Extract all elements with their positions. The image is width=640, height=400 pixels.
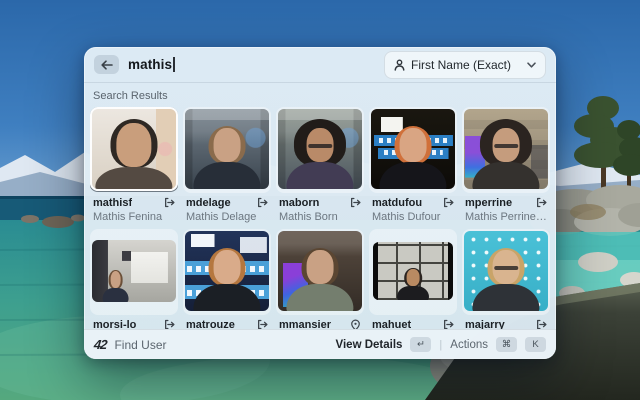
username-label: matdufou [372, 197, 422, 209]
person-silhouette [92, 109, 176, 189]
results-area: Search Results mathisf [84, 83, 556, 329]
view-details-button[interactable]: View Details [336, 339, 403, 351]
logout-icon [164, 319, 175, 329]
result-tile[interactable]: mahuet [369, 229, 457, 329]
person-silhouette [99, 261, 133, 302]
user-photo [183, 229, 271, 315]
logout-icon [350, 197, 361, 208]
glasses [494, 144, 518, 148]
logout-icon [536, 197, 547, 208]
result-tile[interactable]: mdelage Mathis Delage [183, 107, 271, 224]
person-silhouette [393, 259, 433, 300]
user-photo [462, 229, 550, 315]
user-photo [276, 107, 364, 193]
k-key-badge: K [525, 337, 546, 352]
result-tile[interactable]: morsi-lo [90, 229, 178, 329]
location-pin-icon [350, 319, 361, 330]
username-label: mahuet [372, 319, 411, 330]
section-label: Search Results [93, 90, 550, 102]
result-tile[interactable]: matrouze [183, 229, 271, 329]
person-silhouette [464, 231, 548, 311]
username-label: mperrine [465, 197, 512, 209]
results-grid: mathisf Mathis Fenina [90, 107, 550, 329]
fullname-label: Mathis Perrinet--… [465, 211, 547, 224]
user-photo [369, 229, 457, 315]
status-icon [350, 319, 361, 330]
back-button[interactable] [94, 55, 119, 74]
result-tile[interactable]: matdufou Mathis Dufour [369, 107, 457, 224]
status-icon [257, 197, 268, 208]
fullname-label: Mathis Born [279, 211, 361, 224]
result-tile[interactable]: majarry [462, 229, 550, 329]
result-tile[interactable]: mathisf Mathis Fenina [90, 107, 178, 224]
footer-bar: 42 Find User View Details ↵ | Actions ⌘ … [84, 329, 556, 359]
text-caret [173, 57, 175, 72]
status-icon [257, 319, 268, 329]
actions-button[interactable]: Actions [450, 339, 488, 351]
glasses [494, 266, 518, 270]
find-user-window: mathis First Name (Exact) Search Results [84, 47, 556, 359]
person-silhouette [278, 109, 362, 189]
fullname-label: Mathis Delage [186, 211, 268, 224]
username-label: mmansier [279, 319, 331, 330]
status-icon [443, 197, 454, 208]
user-photo [462, 107, 550, 193]
person-silhouette [464, 109, 548, 189]
username-label: mathisf [93, 197, 132, 209]
logout-icon [443, 197, 454, 208]
logout-icon [257, 197, 268, 208]
user-photo [276, 229, 364, 315]
logout-icon [164, 197, 175, 208]
person-silhouette [185, 109, 269, 189]
enter-key-badge: ↵ [410, 337, 431, 352]
result-tile[interactable]: mperrine Mathis Perrinet--… [462, 107, 550, 224]
status-icon [443, 319, 454, 329]
status-icon [164, 197, 175, 208]
42-logo-icon: 42 [93, 337, 107, 352]
search-input[interactable]: mathis [128, 57, 172, 72]
person-silhouette [185, 231, 269, 311]
username-label: matrouze [186, 319, 235, 330]
person-icon [394, 59, 405, 71]
person-silhouette [278, 231, 362, 311]
footer-separator: | [439, 339, 442, 351]
result-tile[interactable]: mmansier [276, 229, 364, 329]
search-header: mathis First Name (Exact) [84, 47, 556, 83]
status-icon [536, 319, 547, 329]
fullname-label: Mathis Dufour [372, 211, 454, 224]
username-label: mdelage [186, 197, 231, 209]
username-label: morsi-lo [93, 319, 136, 330]
user-photo [369, 107, 457, 193]
logout-icon [536, 319, 547, 329]
logout-icon [443, 319, 454, 329]
status-icon [164, 319, 175, 329]
cmd-key-badge: ⌘ [496, 337, 517, 352]
search-mode-dropdown[interactable]: First Name (Exact) [384, 51, 546, 79]
app-name: Find User [114, 338, 166, 352]
result-tile[interactable]: maborn Mathis Born [276, 107, 364, 224]
status-icon [536, 197, 547, 208]
status-icon [350, 197, 361, 208]
user-photo [90, 229, 178, 315]
glasses [308, 144, 332, 148]
chevron-down-icon [527, 62, 536, 68]
search-mode-label: First Name (Exact) [411, 58, 511, 72]
person-silhouette [371, 109, 455, 189]
username-label: majarry [465, 319, 505, 330]
user-photo [183, 107, 271, 193]
fullname-label: Mathis Fenina [93, 211, 175, 224]
user-photo [90, 107, 178, 193]
logout-icon [257, 319, 268, 329]
username-label: maborn [279, 197, 319, 209]
arrow-left-icon [101, 60, 113, 70]
desktop: mathis First Name (Exact) Search Results [0, 0, 640, 400]
